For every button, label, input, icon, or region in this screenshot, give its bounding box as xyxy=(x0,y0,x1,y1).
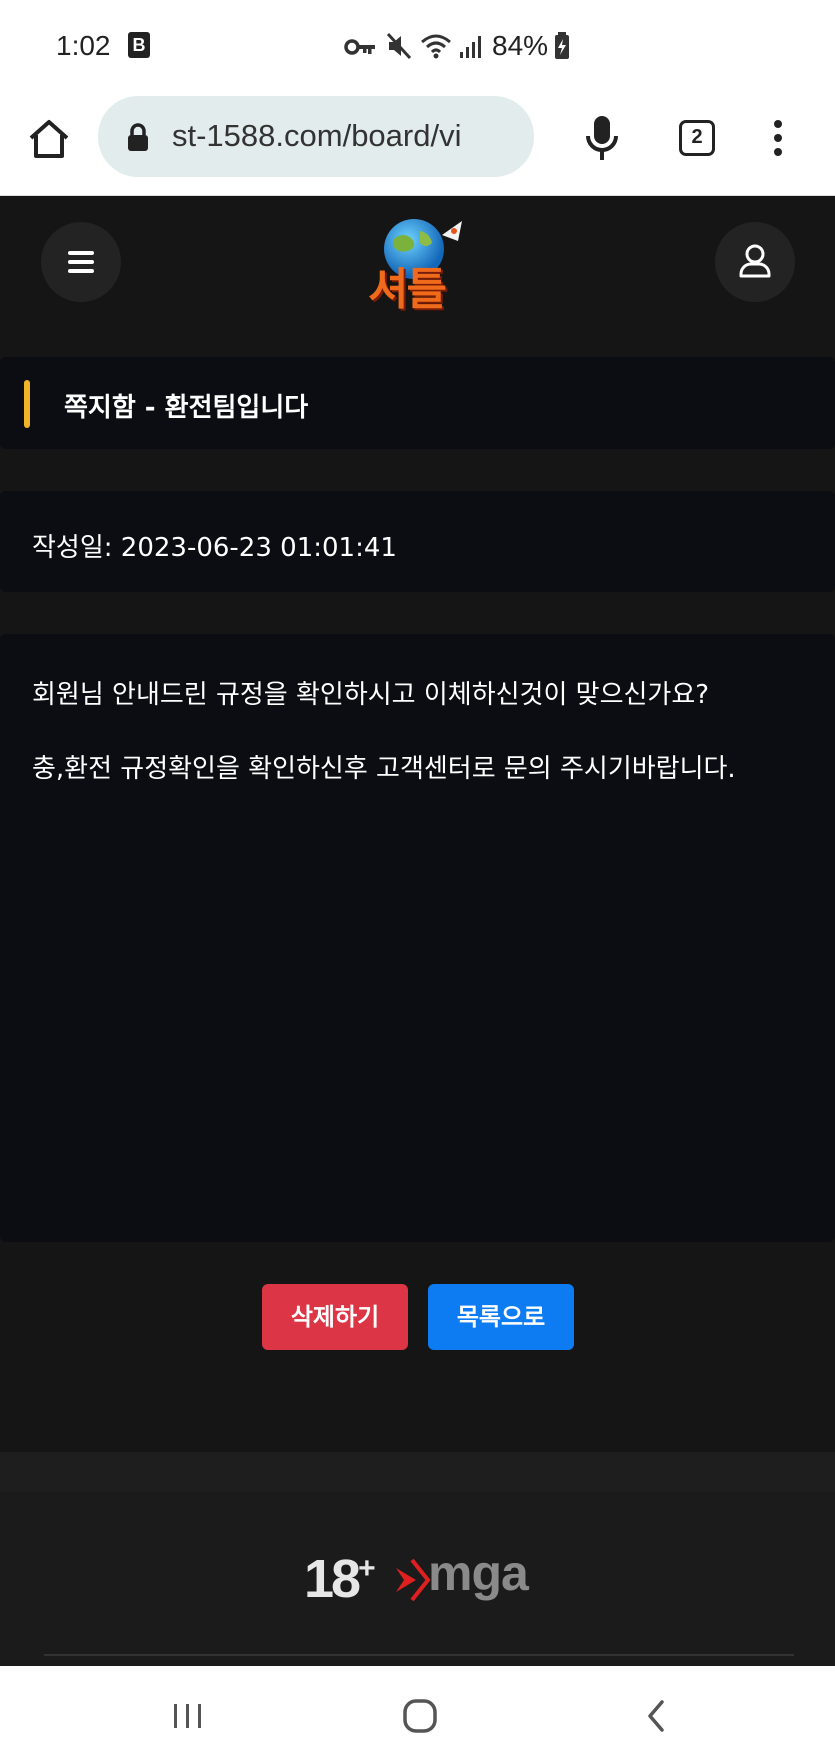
mga-logo: mga xyxy=(394,1545,544,1610)
home-icon[interactable] xyxy=(26,116,72,162)
message-body-line: 충,환전 규정확인을 확인하신후 고객센터로 문의 주시기바랍니다. xyxy=(32,754,736,784)
hamburger-icon xyxy=(68,251,94,273)
address-bar[interactable]: st-1588.com/board/vi xyxy=(98,96,534,177)
logo-text: 셔틀 xyxy=(368,264,447,315)
battery-percent: 84% xyxy=(492,30,549,61)
status-time: 1:02 xyxy=(56,30,111,61)
microphone-icon[interactable] xyxy=(582,114,622,162)
tab-switcher-button[interactable]: 2 xyxy=(679,120,715,156)
status-bar: 1:02 B 84% xyxy=(0,0,835,96)
delete-button[interactable]: 삭제하기 xyxy=(262,1284,408,1350)
site-footer: 18+ mga xyxy=(0,1452,835,1666)
message-date-card: 작성일: 2023-06-23 01:01:41 xyxy=(0,491,835,592)
age-restriction-badge: 18+ xyxy=(304,1548,376,1610)
browser-toolbar: st-1588.com/board/vi 2 xyxy=(0,96,835,196)
back-to-list-button[interactable]: 목록으로 xyxy=(428,1284,574,1350)
app-notification-icon: B xyxy=(128,32,150,58)
message-body-card: 회원님 안내드린 규정을 확인하시고 이체하신것이 맞으신가요? 충,환전 규정… xyxy=(0,634,835,1242)
battery-charging-icon xyxy=(555,32,569,59)
recent-apps-icon[interactable] xyxy=(170,1696,206,1736)
footer-divider xyxy=(44,1654,794,1656)
signal-icon xyxy=(460,36,481,58)
mute-icon xyxy=(386,32,412,60)
message-title: 쪽지함 - 환전팀입니다 xyxy=(64,393,309,423)
message-title-card: 쪽지함 - 환전팀입니다 xyxy=(0,357,835,449)
message-date: 작성일: 2023-06-23 01:01:41 xyxy=(32,533,397,563)
user-icon xyxy=(739,244,771,278)
more-options-icon[interactable] xyxy=(768,118,788,158)
age-number: 18 xyxy=(304,1549,361,1609)
system-navigation-bar xyxy=(0,1666,835,1763)
footer-band xyxy=(0,1452,835,1492)
back-icon[interactable] xyxy=(638,1696,674,1736)
lock-icon xyxy=(128,123,148,151)
home-nav-icon[interactable] xyxy=(400,1696,440,1736)
site-logo[interactable]: 셔틀 xyxy=(362,213,474,315)
mga-text: mga xyxy=(428,1545,529,1601)
account-button[interactable] xyxy=(715,222,795,302)
title-accent-bar xyxy=(24,380,30,428)
site-header: 셔틀 xyxy=(0,197,835,335)
menu-button[interactable] xyxy=(41,222,121,302)
key-icon xyxy=(344,39,375,55)
url-text: st-1588.com/board/vi xyxy=(172,118,462,153)
wifi-icon xyxy=(421,34,451,59)
age-plus: + xyxy=(358,1552,375,1585)
message-body-line: 회원님 안내드린 규정을 확인하시고 이체하신것이 맞으신가요? xyxy=(32,680,710,710)
